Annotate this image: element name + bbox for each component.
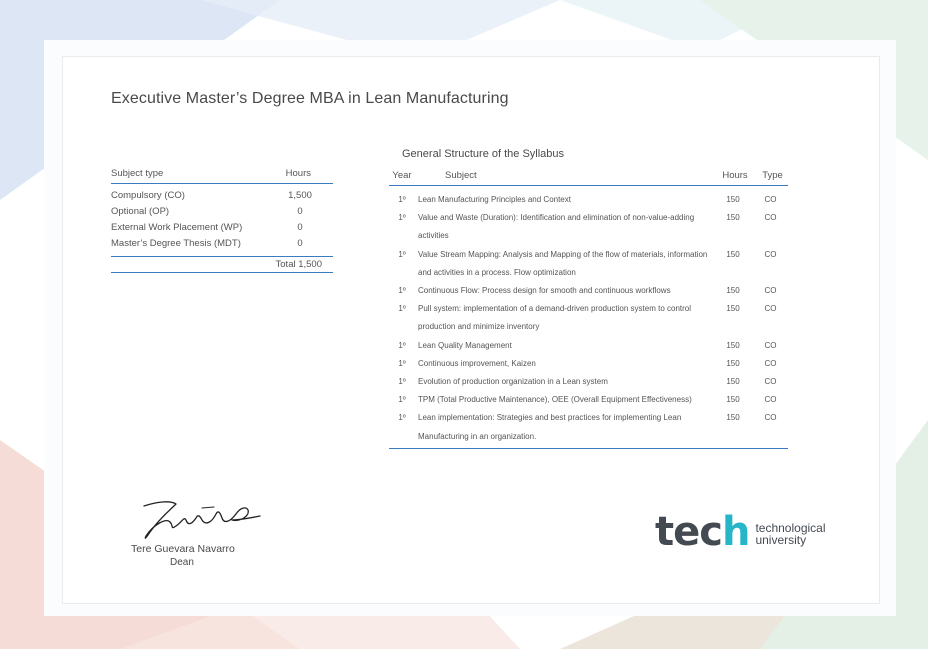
logo-word-end: h xyxy=(721,509,751,555)
syllabus-row: 1º Continuous Flow: Process design for sm… xyxy=(389,282,788,300)
syllabus-cell-hours: 150 xyxy=(726,358,740,368)
syllabus-cell-year: 1º xyxy=(398,195,406,204)
syllabus-cell-year: 1º xyxy=(398,377,406,387)
syllabus-cell-hours: 150 xyxy=(726,395,740,405)
page-title: Executive Master’s Degree MBA in Lean Ma… xyxy=(111,90,509,107)
syllabus-cell-subject: Lean Manufacturing Principles and Contex… xyxy=(418,195,571,204)
syllabus-header-year: Year xyxy=(392,170,412,181)
subject-type-summary-table: Subject type Hours Compulsory (CO) 1,500 O… xyxy=(111,168,333,273)
summary-row: Master’s Degree Thesis (MDT) 0 xyxy=(111,235,333,251)
syllabus-row: 1º Lean Quality Management 150 CO xyxy=(389,337,788,355)
syllabus-cell-hours: 150 xyxy=(726,413,740,423)
syllabus-cell-hours: 150 xyxy=(726,195,740,204)
syllabus-cell-year: 1º xyxy=(398,249,406,259)
syllabus-cell-subject: Lean implementation: Strategies and best… xyxy=(418,413,682,441)
syllabus-cell-year: 1º xyxy=(398,286,406,296)
dean-signature xyxy=(143,501,261,539)
syllabus-cell-year: 1º xyxy=(398,340,406,350)
signatory-role: Dean xyxy=(170,557,194,568)
logo-word-start: tec xyxy=(655,509,723,555)
syllabus-cell-type: CO xyxy=(764,395,777,405)
syllabus-title: General Structure of the Syllabus xyxy=(402,148,565,160)
syllabus-cell-year: 1º xyxy=(398,358,406,368)
syllabus-cell-subject: Lean Quality Management xyxy=(418,340,512,350)
syllabus-cell-subject: Value Stream Mapping: Analysis and Mappi… xyxy=(418,249,708,277)
syllabus-cell-year: 1º xyxy=(398,395,406,405)
tech-university-logo: tech technological university xyxy=(655,512,826,552)
summary-cell-hours: 0 xyxy=(297,221,303,233)
summary-cell-type: External Work Placement (WP) xyxy=(111,221,243,233)
syllabus-row: 1º Value and Waste (Duration): Identifica… xyxy=(389,209,788,245)
syllabus-cell-type: CO xyxy=(764,249,777,259)
syllabus-cell-type: CO xyxy=(764,304,777,314)
syllabus-header-subject: Subject xyxy=(445,170,477,181)
syllabus-cell-type: CO xyxy=(764,286,777,296)
syllabus-cell-hours: 150 xyxy=(726,249,740,259)
syllabus-cell-type: CO xyxy=(764,413,777,423)
syllabus-cell-type: CO xyxy=(764,195,777,204)
summary-header-hours: Hours xyxy=(285,168,311,179)
summary-cell-type: Optional (OP) xyxy=(111,205,170,217)
summary-header: Subject type Hours xyxy=(111,168,333,184)
summary-cell-hours: 0 xyxy=(297,205,303,217)
syllabus-cell-type: CO xyxy=(764,340,777,350)
signatory-name: Tere Guevara Navarro xyxy=(131,543,235,555)
syllabus-row: 1º Evolution of production organization i… xyxy=(389,373,788,391)
syllabus-cell-hours: 150 xyxy=(726,304,740,314)
summary-row: External Work Placement (WP) 0 xyxy=(111,219,333,235)
syllabus-cell-year: 1º xyxy=(398,213,406,223)
syllabus-cell-subject: TPM (Total Productive Maintenance), OEE … xyxy=(418,395,692,405)
syllabus-cell-type: CO xyxy=(764,377,777,387)
syllabus-row: 1º Value Stream Mapping: Analysis and Map… xyxy=(389,246,788,282)
syllabus-header-type: Type xyxy=(762,170,783,181)
summary-cell-hours: 0 xyxy=(297,237,303,249)
syllabus-cell-hours: 150 xyxy=(726,340,740,350)
logo-subtitle: technological university xyxy=(755,522,825,546)
syllabus-cell-subject: Continuous improvement, Kaizen xyxy=(418,358,536,368)
syllabus-table: Year Subject Hours Type 1º Lean Manufactu… xyxy=(389,166,788,449)
syllabus-cell-type: CO xyxy=(764,213,777,223)
syllabus-cell-subject: Pull system: implementation of a demand-… xyxy=(418,304,692,332)
summary-header-type: Subject type xyxy=(111,168,164,179)
summary-total: Total 1,500 xyxy=(111,256,333,273)
syllabus-rows: 1º Lean Manufacturing Principles and Cont… xyxy=(389,186,788,449)
syllabus-cell-subject: Continuous Flow: Process design for smoo… xyxy=(418,286,671,296)
syllabus-header: Year Subject Hours Type xyxy=(389,166,788,186)
summary-cell-hours: 1,500 xyxy=(288,189,312,201)
syllabus-cell-year: 1º xyxy=(398,413,406,423)
summary-cell-type: Master’s Degree Thesis (MDT) xyxy=(111,237,241,249)
certificate-content: Executive Master’s Degree MBA in Lean Ma… xyxy=(0,0,928,649)
syllabus-row: 1º Continuous improvement, Kaizen 150 CO xyxy=(389,355,788,373)
syllabus-row: 1º Lean Manufacturing Principles and Cont… xyxy=(389,191,788,209)
syllabus-cell-year: 1º xyxy=(398,304,406,314)
summary-rows: Compulsory (CO) 1,500 Optional (OP) 0 Extern… xyxy=(111,184,333,256)
syllabus-row: 1º Pull system: implementation of a deman… xyxy=(389,300,788,336)
syllabus-cell-subject: Evolution of production organization in … xyxy=(418,377,608,387)
logo-line-2: university xyxy=(755,533,807,547)
syllabus-cell-hours: 150 xyxy=(726,286,740,296)
summary-row: Compulsory (CO) 1,500 xyxy=(111,187,333,203)
syllabus-cell-hours: 150 xyxy=(726,213,740,223)
syllabus-cell-type: CO xyxy=(764,358,777,368)
logo-wordmark: tech xyxy=(655,509,751,555)
syllabus-header-hours: Hours xyxy=(722,170,748,181)
summary-row: Optional (OP) 0 xyxy=(111,203,333,219)
syllabus-cell-subject: Value and Waste (Duration): Identificati… xyxy=(418,213,695,241)
summary-cell-type: Compulsory (CO) xyxy=(111,189,185,201)
syllabus-row: 1º Lean implementation: Strategies and be… xyxy=(389,409,788,445)
syllabus-cell-hours: 150 xyxy=(726,377,740,387)
syllabus-row: 1º TPM (Total Productive Maintenance), OE… xyxy=(389,391,788,409)
